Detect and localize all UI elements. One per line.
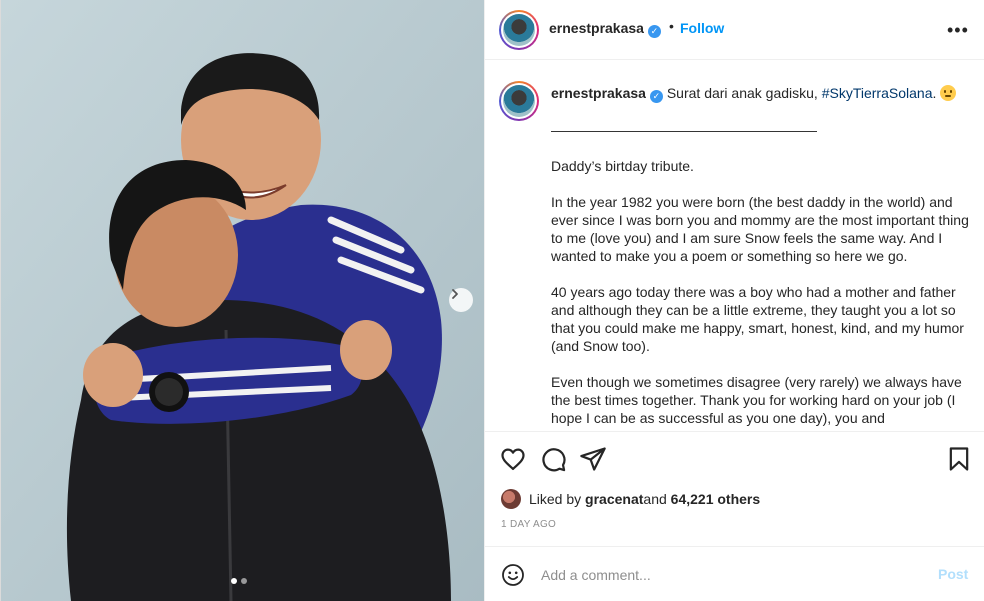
- hashtag-link[interactable]: #SkyTierraSolana: [822, 85, 933, 101]
- caption-paragraph: Even though we sometimes disagree (very …: [551, 373, 962, 426]
- post-dialog: ernestprakasa ✓ • Follow ••• ernestprakas…: [0, 0, 984, 601]
- author-username[interactable]: ernestprakasa ✓: [549, 20, 661, 38]
- action-bar: [485, 431, 984, 491]
- caption-paragraph: 40 years ago today there was a boy who h…: [551, 283, 964, 354]
- carousel-indicator: [231, 578, 247, 584]
- caption-avatar[interactable]: [499, 81, 539, 121]
- liker-avatar[interactable]: [501, 489, 521, 509]
- caption-divider: ———————————————————: [551, 121, 817, 138]
- caption-paragraph: Daddy’s birtday tribute.: [551, 157, 694, 174]
- author-avatar[interactable]: [499, 10, 539, 50]
- likes-prefix: Liked by: [529, 491, 582, 507]
- chevron-right-icon: [452, 289, 458, 299]
- separator-dot: •: [669, 18, 674, 34]
- likes-count[interactable]: 64,221 others: [671, 491, 761, 507]
- post-comment-button[interactable]: Post: [938, 566, 968, 582]
- caption-intro: Surat dari anak gadisku,: [666, 85, 822, 101]
- caption-section: ernestprakasa ✓ Surat dari anak gadisku, …: [485, 61, 984, 431]
- photo-illustration: [1, 0, 484, 601]
- caption-paragraph: In the year 1982 you were born (the best…: [551, 193, 969, 264]
- carousel-dot: [241, 578, 247, 584]
- post-sidebar: ernestprakasa ✓ • Follow ••• ernestprakas…: [484, 0, 984, 601]
- post-photo[interactable]: [1, 0, 484, 601]
- carousel-next-button[interactable]: [449, 288, 473, 312]
- likes-middle: and: [643, 491, 667, 507]
- carousel-dot-active: [231, 578, 237, 584]
- follow-button[interactable]: Follow: [680, 20, 724, 36]
- post-timestamp[interactable]: 1 DAY AGO: [501, 519, 556, 530]
- verified-badge-icon: ✓: [649, 89, 663, 103]
- caption-intro-end: .: [932, 85, 937, 101]
- smiley-icon[interactable]: [501, 563, 525, 587]
- heart-icon[interactable]: [499, 445, 527, 473]
- likes-summary: Liked by gracenat and 64,221 others: [501, 488, 760, 510]
- verified-badge-icon: ✓: [647, 25, 661, 38]
- liker-username[interactable]: gracenat: [585, 491, 643, 507]
- send-icon[interactable]: [579, 445, 607, 473]
- comment-composer: Post: [485, 546, 984, 601]
- caption-text: ernestprakasa ✓ Surat dari anak gadisku, …: [551, 84, 971, 431]
- post-header: ernestprakasa ✓ • Follow •••: [485, 0, 984, 60]
- bookmark-icon[interactable]: [945, 445, 973, 473]
- caption-username[interactable]: ernestprakasa: [551, 85, 646, 101]
- comment-icon[interactable]: [539, 445, 567, 473]
- emoji-icon: [940, 85, 957, 101]
- username-text[interactable]: ernestprakasa: [549, 20, 644, 36]
- comment-input[interactable]: [541, 565, 921, 585]
- more-options-icon[interactable]: •••: [947, 21, 969, 39]
